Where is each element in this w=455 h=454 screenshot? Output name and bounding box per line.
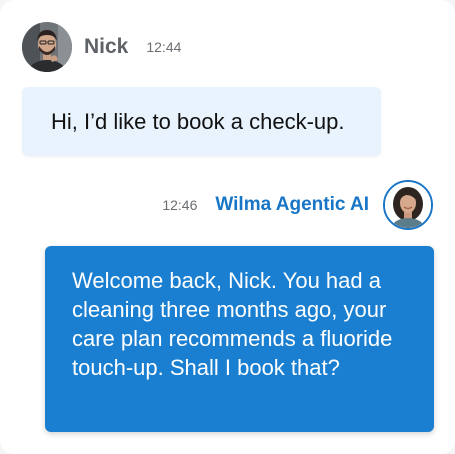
agent-message-text: Welcome back, Nick. You had a cleaning t… <box>72 268 393 380</box>
agent-message-bubble: Welcome back, Nick. You had a cleaning t… <box>45 246 434 432</box>
agent-message-header: 12:46 Wilma Agentic AI <box>162 180 433 230</box>
user-avatar <box>22 22 72 72</box>
user-message-header: Nick 12:44 <box>22 22 181 72</box>
user-message-time: 12:44 <box>146 39 182 55</box>
user-message-bubble: Hi, I’d like to book a check-up. <box>22 87 381 156</box>
user-name: Nick <box>84 35 129 58</box>
agent-avatar-image <box>385 182 431 228</box>
chat-card: Nick 12:44 Hi, I’d like to book a check-… <box>0 0 455 454</box>
agent-message-time: 12:46 <box>162 197 198 213</box>
user-avatar-image <box>22 22 72 72</box>
user-message-text: Hi, I’d like to book a check-up. <box>51 108 345 134</box>
agent-name: Wilma Agentic AI <box>215 194 369 215</box>
agent-avatar <box>383 180 433 230</box>
